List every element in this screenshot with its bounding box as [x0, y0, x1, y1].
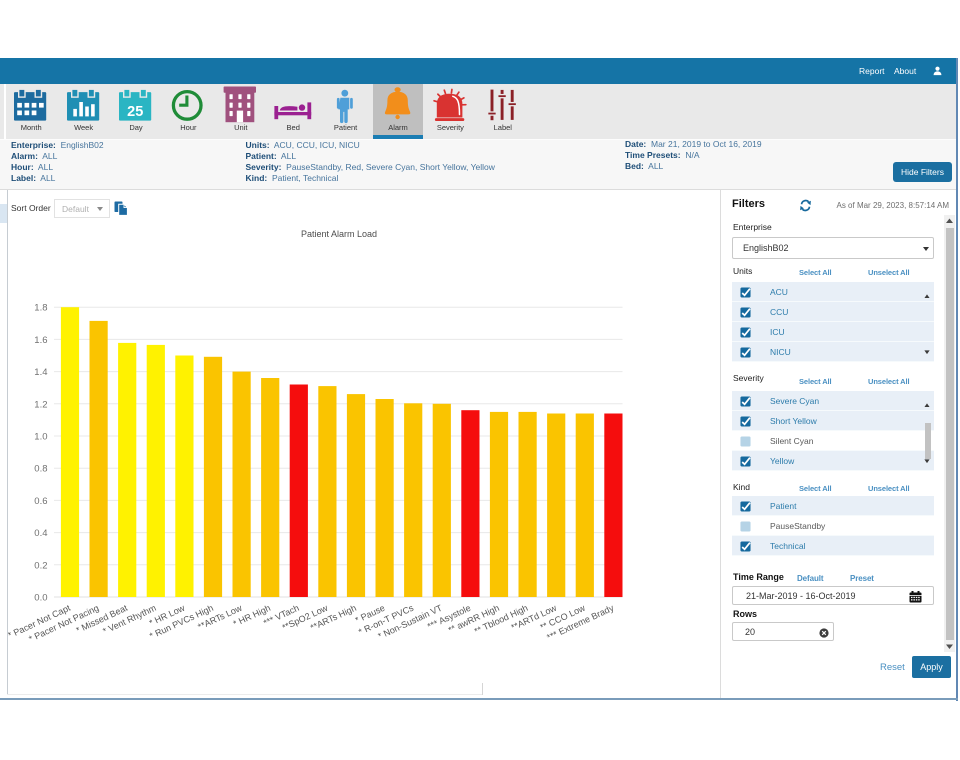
svg-text:1.0: 1.0 [34, 432, 47, 443]
svg-text:25: 25 [127, 104, 143, 120]
svg-text:1.4: 1.4 [34, 367, 47, 378]
svg-text:1.2: 1.2 [34, 399, 47, 410]
svg-text:0.4: 0.4 [34, 528, 47, 539]
svg-text:0.2: 0.2 [34, 560, 47, 571]
svg-text:0.8: 0.8 [34, 464, 47, 475]
svg-text:0.6: 0.6 [34, 496, 47, 507]
svg-text:1.6: 1.6 [34, 335, 47, 346]
svg-text:1.8: 1.8 [34, 303, 47, 314]
svg-text:0.0: 0.0 [34, 593, 47, 604]
